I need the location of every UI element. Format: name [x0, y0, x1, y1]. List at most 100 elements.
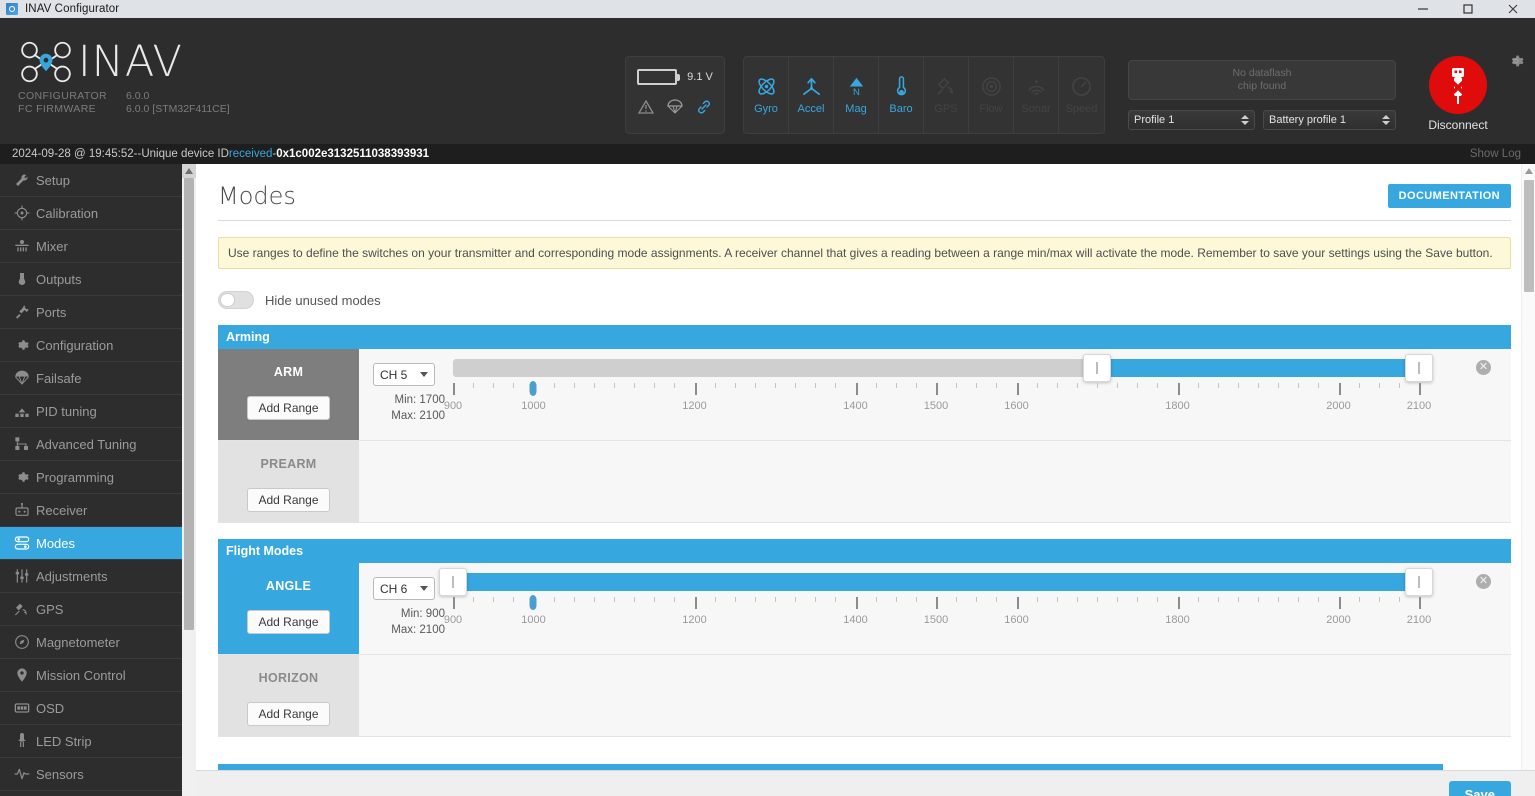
- minimize-icon[interactable]: [1400, 0, 1445, 18]
- add-range-button[interactable]: Add Range: [247, 702, 330, 726]
- sidebar-item-osd[interactable]: OSD: [0, 692, 182, 725]
- sidebar-item-programming[interactable]: Programming: [0, 461, 182, 494]
- ruler-tick: [1419, 383, 1421, 395]
- documentation-button[interactable]: DOCUMENTATION: [1387, 184, 1511, 208]
- slider-handle-max[interactable]: [1405, 568, 1433, 596]
- battery-profile-value: Battery profile 1: [1269, 114, 1347, 126]
- range-slider[interactable]: 900 1000 1200 1400 1500 1600 1800 2000 2100: [444, 354, 1433, 412]
- mode-name-label: ANGLE: [265, 579, 312, 593]
- sidebar-item-modes[interactable]: Modes: [0, 527, 182, 560]
- sidebar-item-failsafe[interactable]: Failsafe: [0, 362, 182, 395]
- hide-unused-modes-toggle[interactable]: [218, 291, 254, 309]
- ruler-tick: [1318, 383, 1320, 388]
- add-range-button[interactable]: Add Range: [247, 396, 330, 420]
- sliders-icon: [14, 403, 36, 419]
- battery-profile-select[interactable]: Battery profile 1: [1263, 110, 1396, 130]
- ruler-tick: [493, 383, 495, 388]
- gear-icon: [14, 469, 36, 485]
- ruler-tick: [1278, 597, 1280, 602]
- disconnect-label: Disconnect: [1428, 118, 1488, 132]
- ruler-tick: [593, 383, 595, 388]
- slider-track[interactable]: [453, 354, 1433, 382]
- compass-icon: [14, 634, 36, 650]
- sidebar-item-label: Mixer: [36, 238, 68, 254]
- scroll-up-icon[interactable]: [182, 164, 196, 178]
- mode-groups: Arming ARM Add Range CH 5 Min: 1700 Max: 2100…: [218, 325, 1511, 737]
- ruler-tick: [1056, 597, 1058, 602]
- ruler-label: 1400: [843, 400, 868, 412]
- app-header: INAV CONFIGURATOR 6.0.0 FC FIRMWARE 6.0.…: [0, 18, 1535, 144]
- sidebar-item-receiver[interactable]: Receiver: [0, 494, 182, 527]
- ruler-tick: [674, 597, 676, 602]
- slider-handle-min[interactable]: [439, 568, 467, 596]
- ruler-tick: [1177, 597, 1180, 609]
- sidebar-item-mission-control[interactable]: Mission Control: [0, 659, 182, 692]
- main-scrollbar[interactable]: [1521, 164, 1535, 796]
- ruler-tick: [956, 597, 958, 602]
- ruler-tick: [473, 597, 475, 602]
- close-icon[interactable]: [1490, 0, 1535, 18]
- channel-select[interactable]: CH 5: [373, 363, 435, 386]
- add-range-button[interactable]: Add Range: [247, 488, 330, 512]
- sidebar-item-setup[interactable]: Setup: [0, 164, 182, 197]
- save-button[interactable]: Save: [1448, 781, 1511, 796]
- ruler-tick: [1076, 597, 1078, 602]
- ruler-label: 1200: [682, 614, 707, 626]
- satellite-icon: [14, 601, 36, 617]
- sidebar-item-led-strip[interactable]: LED Strip: [0, 725, 182, 758]
- sensor-label: Flow: [979, 103, 1003, 115]
- ruler-tick: [1298, 383, 1300, 388]
- ruler-label: 1500: [923, 614, 949, 626]
- range-slider[interactable]: 900 1000 1200 1400 1500 1600 1800 2000 2100: [439, 568, 1433, 626]
- sidebar-item-configuration[interactable]: Configuration: [0, 329, 182, 362]
- sidebar-item-advanced-tuning[interactable]: Advanced Tuning: [0, 428, 182, 461]
- logo-text: INAV: [78, 37, 183, 87]
- delete-range-icon[interactable]: ✕: [1476, 360, 1491, 375]
- ruler-tick: [593, 597, 595, 602]
- channel-value: CH 5: [380, 367, 408, 382]
- ruler-tick: [855, 383, 858, 395]
- ruler-tick: [835, 597, 837, 602]
- osd-icon: [14, 700, 36, 716]
- sidebar-item-label: GPS: [36, 601, 64, 617]
- ruler-tick: [1398, 383, 1400, 388]
- profile-select[interactable]: Profile 1: [1128, 110, 1255, 130]
- scrollbar-thumb[interactable]: [184, 178, 194, 630]
- sidebar-scrollbar[interactable]: [182, 164, 196, 796]
- slider-handle-max[interactable]: [1405, 354, 1433, 382]
- ruler-tick: [1258, 597, 1259, 602]
- scrollbar-thumb[interactable]: [1524, 180, 1534, 292]
- add-range-button[interactable]: Add Range: [247, 610, 330, 634]
- sidebar-item-sensors[interactable]: Sensors: [0, 758, 182, 791]
- show-log-button[interactable]: Show Log: [1470, 148, 1521, 160]
- battery-voltage: 9.1 V: [687, 71, 713, 83]
- sidebar-item-adjustments[interactable]: Adjustments: [0, 560, 182, 593]
- log-separator: --: [133, 148, 142, 160]
- sidebar-item-outputs[interactable]: Outputs: [0, 263, 182, 296]
- slider-track[interactable]: [439, 568, 1433, 596]
- sidebar-item-pid-tuning[interactable]: PID tuning: [0, 395, 182, 428]
- sidebar-item-gps[interactable]: GPS: [0, 593, 182, 626]
- ruler-tick: [553, 383, 555, 388]
- plug-icon: [14, 304, 36, 320]
- sidebar-item-magnetometer[interactable]: Magnetometer: [0, 626, 182, 659]
- sidebar-item-label: Calibration: [36, 205, 99, 221]
- maximize-icon[interactable]: [1445, 0, 1490, 18]
- disconnect-button[interactable]: Disconnect: [1422, 56, 1494, 132]
- device-id: 0x1c002e3132511038393931: [276, 148, 430, 160]
- settings-gear-icon[interactable]: [1507, 52, 1525, 75]
- sidebar-item-ports[interactable]: Ports: [0, 296, 182, 329]
- channel-select[interactable]: CH 6: [373, 577, 435, 600]
- sidebar-item-mixer[interactable]: Mixer: [0, 230, 182, 263]
- scroll-up-icon[interactable]: [1522, 164, 1535, 178]
- ruler-tick: [996, 383, 998, 388]
- slider-handle-min[interactable]: [1082, 354, 1111, 382]
- ruler-tick: [714, 383, 716, 388]
- ruler-tick: [1036, 597, 1038, 602]
- sidebar-item-label: Failsafe: [36, 370, 82, 386]
- ruler-tick: [1096, 597, 1098, 602]
- delete-range-icon[interactable]: ✕: [1476, 574, 1491, 589]
- firmware-version: 6.0.0 [STM32F411CE]: [126, 103, 230, 115]
- ruler-label: 1800: [1165, 614, 1190, 626]
- sidebar-item-calibration[interactable]: Calibration: [0, 197, 182, 230]
